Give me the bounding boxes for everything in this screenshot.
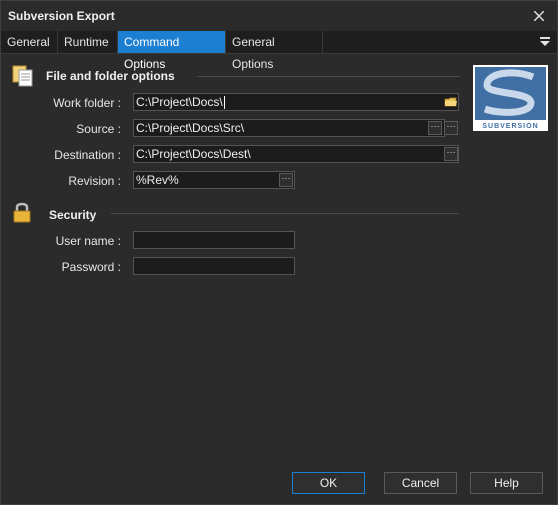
text-caret [223, 96, 225, 110]
revision-browse-button[interactable]: ··· [279, 173, 293, 187]
section-divider [197, 76, 460, 77]
user-name-label: User name : [55, 234, 121, 248]
tab-command-options[interactable]: Command Options [118, 31, 226, 71]
source-input[interactable]: C:\Project\Docs\Src\ [133, 119, 445, 137]
password-input[interactable] [133, 257, 295, 275]
browse-folder-button[interactable] [444, 95, 458, 109]
work-folder-label: Work folder : [53, 96, 121, 110]
chevron-down-icon [540, 41, 550, 46]
section-divider [111, 213, 459, 214]
tab-general[interactable]: General [1, 31, 58, 53]
tab-general-options[interactable]: General Options [226, 31, 323, 71]
work-folder-value: C:\Project\Docs\ [136, 95, 223, 109]
source-options-button[interactable]: ··· [444, 121, 458, 135]
revision-input[interactable]: %Rev% [133, 171, 295, 189]
logo-text: SUBVERSION [482, 123, 538, 130]
source-browse-button[interactable]: ··· [428, 121, 442, 135]
close-button[interactable] [529, 6, 549, 26]
dialog-window: Subversion Export General Runtime Comman… [0, 0, 558, 505]
cancel-button[interactable]: Cancel [384, 472, 457, 494]
section-title-file-folder: File and folder options [46, 69, 175, 83]
tab-runtime[interactable]: Runtime [58, 31, 118, 53]
help-button[interactable]: Help [470, 472, 543, 494]
destination-input[interactable]: C:\Project\Docs\Dest\ [133, 145, 459, 163]
revision-label: Revision : [68, 174, 121, 188]
destination-browse-button[interactable]: ··· [444, 147, 458, 161]
destination-label: Destination : [54, 148, 121, 162]
tab-bar: General Runtime Command Options General … [1, 31, 557, 71]
source-label: Source : [76, 122, 121, 136]
folder-icon [444, 97, 457, 107]
work-folder-input[interactable]: C:\Project\Docs\ [133, 93, 459, 111]
menu-bar-icon [540, 37, 550, 39]
password-label: Password : [61, 260, 121, 274]
lock-icon [13, 202, 31, 223]
ok-button[interactable]: OK [292, 472, 365, 494]
user-name-input[interactable] [133, 231, 295, 249]
tab-menu-button[interactable] [539, 35, 551, 49]
close-icon [533, 10, 545, 22]
window-title: Subversion Export [8, 9, 115, 23]
title-bar: Subversion Export [1, 1, 557, 31]
section-title-security: Security [49, 208, 97, 222]
files-icon [12, 65, 33, 87]
subversion-logo: SUBVERSION [473, 65, 548, 131]
